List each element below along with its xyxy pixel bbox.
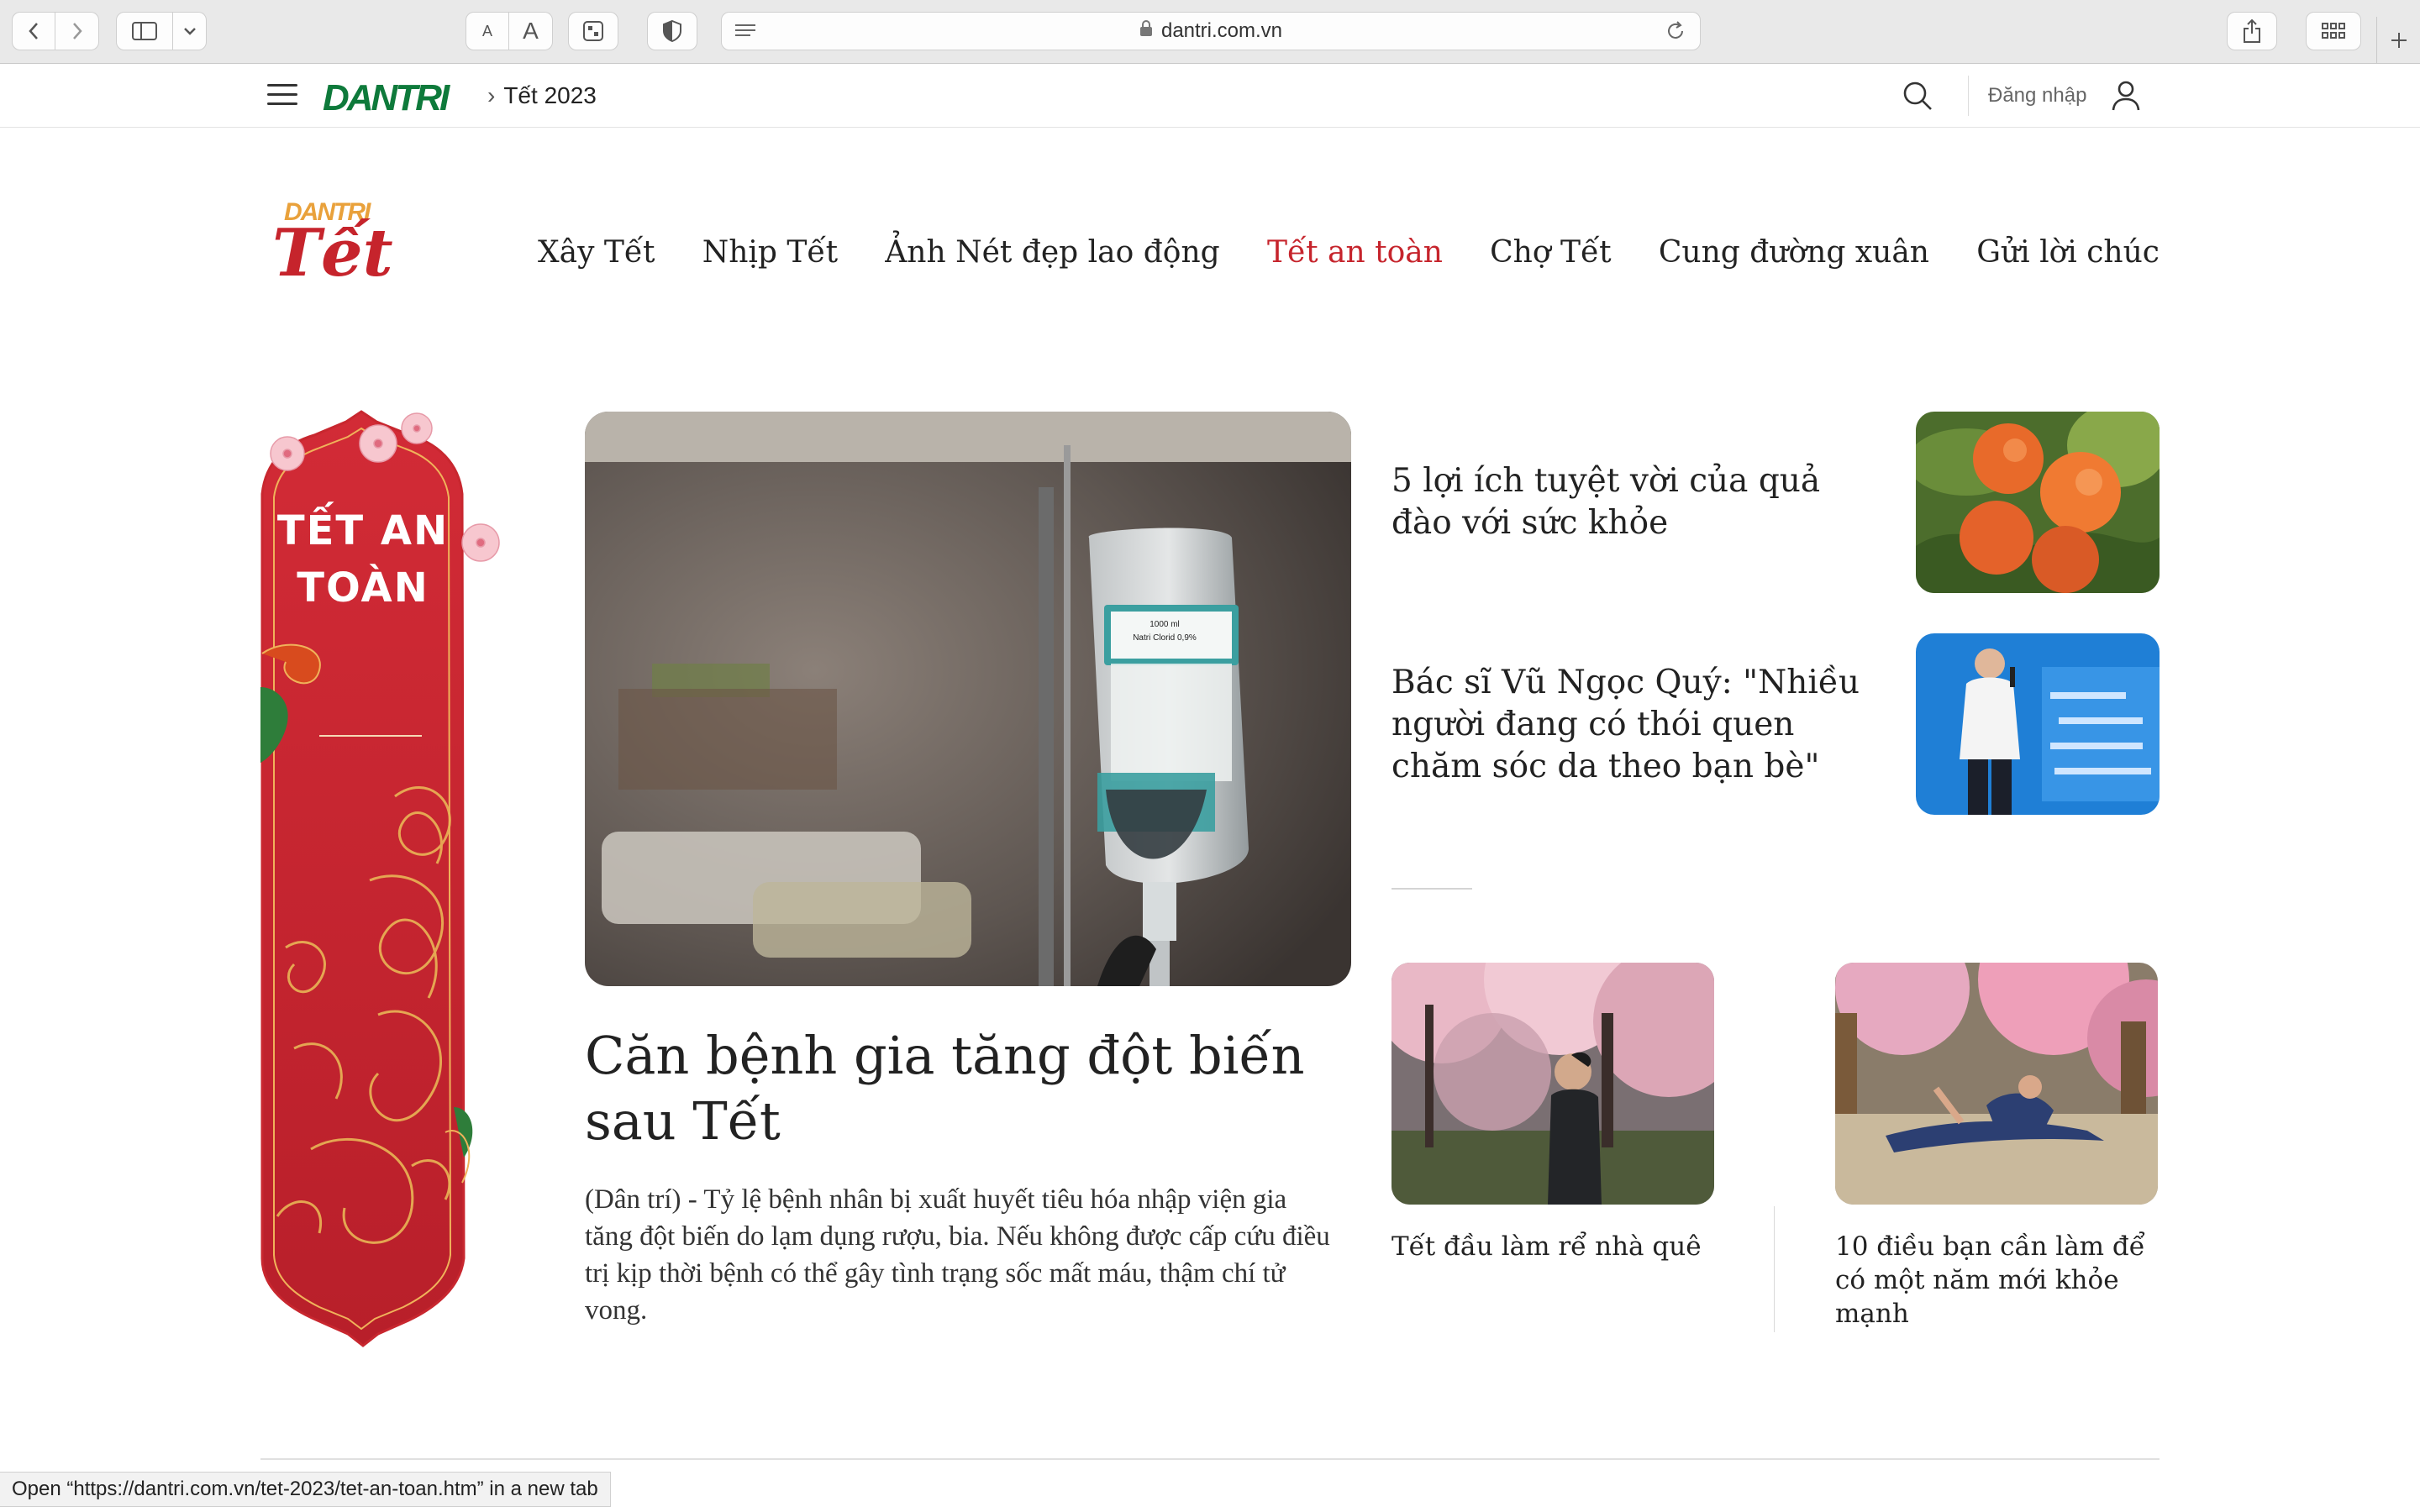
hamburger-menu-icon[interactable] xyxy=(267,84,297,108)
card-title-2[interactable]: 10 điều bạn cần làm để có một năm mới kh… xyxy=(1835,1230,2158,1331)
font-small-label: A xyxy=(481,22,492,39)
reload-icon[interactable] xyxy=(1665,20,1686,48)
bottom-divider xyxy=(260,1458,2160,1460)
browser-toolbar: A A dantri.com.vn xyxy=(0,0,2420,64)
tet-an-toan-banner[interactable]: TẾT AN TOÀN xyxy=(260,410,500,1368)
reader-icon[interactable] xyxy=(734,21,757,47)
plus-icon xyxy=(2391,33,2407,48)
section-divider xyxy=(1392,888,1472,890)
card-image-1[interactable] xyxy=(1392,963,1714,1205)
nav-item-nhip-tet[interactable]: Nhịp Tết xyxy=(702,235,838,270)
chevron-left-icon xyxy=(29,23,38,39)
nav-item-gui-loi-chuc[interactable]: Gửi lời chúc xyxy=(1976,235,2160,270)
bag-volume-label: 1000 ml xyxy=(1150,620,1180,629)
grid-icon xyxy=(2322,23,2345,39)
nav-item-xay-tet[interactable]: Xây Tết xyxy=(538,235,655,270)
tet-logo[interactable]: DANTRI Tết xyxy=(266,198,397,291)
translate-button[interactable] xyxy=(568,12,618,50)
privacy-button[interactable] xyxy=(647,12,697,50)
chevron-down-icon xyxy=(183,28,196,35)
back-button[interactable] xyxy=(12,12,55,50)
nav-item-tet-an-toan[interactable]: Tết an toàn xyxy=(1267,235,1443,270)
nav-item-cho-tet[interactable]: Chợ Tết xyxy=(1490,235,1611,270)
sidebar-menu-button[interactable] xyxy=(173,12,207,50)
sidebar-icon xyxy=(132,22,157,40)
tet-navigation: Xây Tết Nhịp Tết Ảnh Nét đẹp lao động Tế… xyxy=(538,227,2160,277)
tab-overview-button[interactable] xyxy=(2306,12,2361,50)
card-image-2[interactable] xyxy=(1835,963,2158,1205)
url-text: dantri.com.vn xyxy=(1160,19,1283,42)
forward-button[interactable] xyxy=(55,12,99,50)
banner-title: TẾT AN TOÀN xyxy=(260,502,466,617)
chevron-right-icon xyxy=(72,23,82,39)
card-title-1[interactable]: Tết đầu làm rể nhà quê xyxy=(1392,1230,1714,1263)
translate-icon xyxy=(583,21,603,41)
font-smaller-button[interactable]: A xyxy=(466,12,509,50)
site-header: DANTRI › Tết 2023 Đăng nhập xyxy=(0,64,2420,128)
banner-title-line1: TẾT AN xyxy=(276,507,450,554)
nav-item-anh-net-dep[interactable]: Ảnh Nét đẹp lao động xyxy=(885,235,1219,270)
share-button[interactable] xyxy=(2227,12,2277,50)
featured-article-summary: (Dân trí) - Tỷ lệ bệnh nhân bị xuất huyế… xyxy=(585,1184,1330,1326)
lock-icon xyxy=(1139,20,1153,42)
header-divider xyxy=(1968,76,1969,116)
breadcrumb[interactable]: › Tết 2023 xyxy=(487,82,597,109)
chevron-right-icon: › xyxy=(487,82,496,108)
side-article-image-2[interactable] xyxy=(1916,633,2160,815)
banner-title-line2: TOÀN xyxy=(297,564,429,612)
nav-item-cung-duong-xuan[interactable]: Cung đường xuân xyxy=(1659,235,1929,270)
address-bar[interactable]: dantri.com.vn xyxy=(721,12,1701,50)
featured-article-image[interactable]: 1000 ml Natri Clorid 0,9% xyxy=(585,412,1351,986)
font-larger-button[interactable]: A xyxy=(509,12,553,50)
new-tab-button[interactable] xyxy=(2376,17,2420,64)
login-link[interactable]: Đăng nhập xyxy=(1988,84,2086,108)
featured-article-title[interactable]: Căn bệnh gia tăng đột biến sau Tết xyxy=(585,1023,1324,1154)
link-status-bar: Open “https://dantri.com.vn/tet-2023/tet… xyxy=(0,1472,611,1507)
site-logo[interactable]: DANTRI xyxy=(323,77,450,119)
card-divider xyxy=(1774,1206,1775,1332)
side-article-image-1[interactable] xyxy=(1916,412,2160,593)
side-article-title-2[interactable]: Bác sĩ Vũ Ngọc Quý: "Nhiều người đang có… xyxy=(1392,662,1879,788)
sidebar-button[interactable] xyxy=(116,12,173,50)
breadcrumb-label: Tết 2023 xyxy=(503,82,597,108)
font-large-label: A xyxy=(523,18,539,44)
tet-logo-big-text: Tết xyxy=(272,215,393,291)
share-icon xyxy=(2244,18,2260,43)
user-icon[interactable] xyxy=(2111,79,2141,113)
search-icon[interactable] xyxy=(1901,79,1934,113)
side-article-title-1[interactable]: 5 lợi ích tuyệt vời của quả đào với sức … xyxy=(1392,460,1879,544)
shield-icon xyxy=(663,19,681,43)
bag-name-label: Natri Clorid 0,9% xyxy=(1133,633,1197,643)
